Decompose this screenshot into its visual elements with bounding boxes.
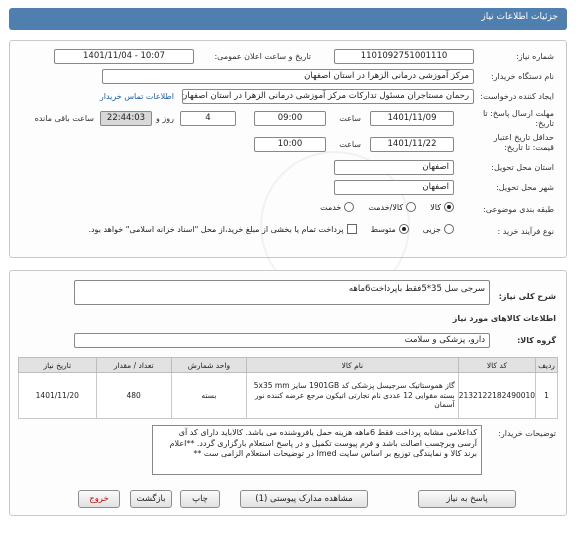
exit-button[interactable]: خروج — [78, 490, 120, 508]
remaining-time-field: 22:44:03 — [100, 111, 152, 126]
category-goods-label: کالا — [430, 202, 441, 212]
process-option-medium[interactable]: متوسط — [371, 224, 409, 234]
days-field: 4 — [180, 111, 236, 126]
col-date: تاریخ نیاز — [18, 357, 97, 373]
deadline-date-field: 1401/11/09 — [370, 111, 454, 126]
category-option-goods[interactable]: کالا — [430, 202, 454, 212]
announce-field: 1401/11/04 - 10:07 — [54, 49, 194, 64]
page-header: جزئیات اطلاعات نیاز — [9, 8, 567, 30]
province-label: استان محل تحویل: — [491, 163, 554, 172]
table-row: 1 2132122182490010 گاز هموستاتیک سرجیسل … — [18, 372, 558, 419]
page: جزئیات اطلاعات نیاز شماره نیاز: 11010927… — [0, 0, 576, 557]
col-code: کد کالا — [457, 357, 537, 373]
col-name: نام کالا — [246, 357, 459, 373]
validity-time-label: ساعت — [339, 140, 361, 149]
days-label: روز و — [156, 114, 174, 123]
col-qty: تعداد / مقدار — [95, 357, 172, 373]
reply-button[interactable]: پاسخ به نیاز — [418, 490, 516, 508]
category-label: طبقه بندی موضوعی: — [483, 205, 554, 214]
remaining-label: ساعت باقی مانده — [34, 114, 94, 123]
announce-label: تاریخ و ساعت اعلان عمومی: — [214, 52, 311, 61]
category-option-goods-service[interactable]: کالا/خدمت — [368, 202, 417, 212]
goods-panel: شرح کلی نیاز: سرجی سل 35*5فقط باپرداخت6م… — [9, 270, 567, 516]
category-service-label: خدمت — [320, 202, 342, 212]
buyer-notes: کداعلامی مشابه پرداخت فقط 6ماهه هزینه حم… — [152, 425, 482, 475]
category-goods-service-label: کالا/خدمت — [368, 202, 404, 212]
goods-unit: بسته — [170, 372, 248, 419]
goods-group-label: گروه کالا: — [517, 336, 556, 345]
attachments-button[interactable]: مشاهده مدارک پیوستی (1) — [240, 490, 368, 508]
validity-date-field: 1401/11/22 — [370, 137, 454, 152]
goods-section-title: اطلاعات کالاهای مورد نیاز — [452, 314, 556, 323]
goods-table: ردیف کد کالا نام کالا واحد شمارش تعداد /… — [18, 357, 558, 419]
validity-label: حداقل تاریخ اعتبار قیمت: تا تاریخ: — [493, 133, 554, 152]
process-medium-label: متوسط — [370, 224, 396, 234]
goods-code: 2132122182490010 — [457, 372, 537, 419]
category-option-service[interactable]: خدمت — [320, 202, 355, 212]
treasury-checkbox-icon[interactable] — [346, 224, 357, 234]
col-row: ردیف — [535, 357, 558, 373]
need-info-panel: شماره نیاز: 1101092751001110 تاریخ و ساع… — [9, 40, 567, 301]
process-radio-group: جزیی متوسط پرداخت تمام یا بخشی از مبلغ خ… — [88, 224, 454, 234]
goods-date: 1401/11/20 — [18, 372, 97, 419]
need-number-label: شماره نیاز: — [516, 52, 554, 61]
province-field: اصفهان — [334, 160, 454, 175]
page-title: جزئیات اطلاعات نیاز — [481, 12, 558, 22]
goods-qty: 480 — [95, 372, 172, 419]
deadline-label: مهلت ارسال پاسخ: تا تاریخ: — [482, 109, 554, 128]
radio-service-icon[interactable] — [344, 202, 355, 212]
summary-field: سرجی سل 35*5فقط باپرداخت6ماهه — [74, 280, 490, 305]
summary-label: شرح کلی نیاز: — [498, 292, 556, 301]
creator-label: ایجاد کننده درخواست: — [480, 92, 554, 101]
process-option-minor[interactable]: جزیی — [423, 224, 454, 234]
process-minor-label: جزیی — [422, 224, 441, 234]
validity-time-field: 10:00 — [254, 137, 326, 152]
buyer-org-field: مرکز آموزشی درمانی الزهرا در استان اصفها… — [102, 69, 474, 84]
back-button[interactable]: بازگشت — [130, 490, 172, 508]
creator-field: رحمان مستاجران مسئول تدارکات مرکز آموزشی… — [182, 89, 474, 104]
goods-table-header: ردیف کد کالا نام کالا واحد شمارش تعداد /… — [18, 357, 558, 373]
need-number-field: 1101092751001110 — [334, 49, 474, 64]
goods-name: گاز هموستاتیک سرجیسل پزشکی کد 1901GB سای… — [246, 372, 459, 419]
row-number: 1 — [535, 372, 558, 419]
goods-group-field: دارو، پزشکی و سلامت — [74, 333, 490, 348]
treasury-option[interactable]: پرداخت تمام یا بخشی از مبلغ خرید،از محل … — [88, 224, 357, 234]
radio-minor-icon[interactable] — [444, 224, 454, 234]
treasury-note: پرداخت تمام یا بخشی از مبلغ خرید،از محل … — [88, 224, 344, 234]
announce-value: 1401/11/04 - 10:07 — [83, 51, 165, 61]
buyer-org-label: نام دستگاه خریدار: — [491, 72, 554, 81]
print-button[interactable]: چاپ — [180, 490, 220, 508]
radio-goods-icon[interactable] — [444, 202, 454, 212]
category-radio-group: کالا کالا/خدمت خدمت — [320, 202, 454, 212]
process-label: نوع فرآیند خرید : — [497, 227, 554, 236]
buyer-contact-link[interactable]: اطلاعات تماس خریدار — [100, 92, 174, 101]
col-unit: واحد شمارش — [170, 357, 248, 373]
city-field: اصفهان — [334, 180, 454, 195]
radio-medium-icon[interactable] — [398, 224, 409, 234]
buyer-notes-label: توضیحات خریدار: — [498, 429, 556, 438]
deadline-time-label: ساعت — [339, 114, 361, 123]
deadline-time-field: 09:00 — [254, 111, 326, 126]
city-label: شهر محل تحویل: — [496, 183, 554, 192]
radio-goods-service-icon[interactable] — [406, 202, 417, 212]
